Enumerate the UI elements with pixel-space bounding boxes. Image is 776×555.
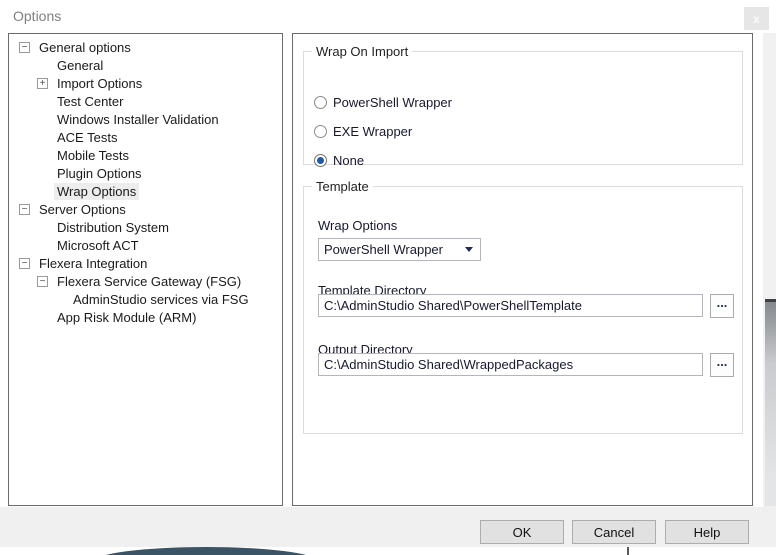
radio-label: None bbox=[333, 153, 364, 168]
tree-item-label: General bbox=[54, 57, 106, 74]
tree-item-test-center[interactable]: Test Center bbox=[9, 92, 282, 110]
radio-icon[interactable] bbox=[314, 125, 327, 138]
wrap-options-dropdown[interactable]: PowerShell Wrapper bbox=[318, 238, 481, 261]
tree-item-adminstudio-services-via-fsg[interactable]: AdminStudio services via FSG bbox=[9, 290, 282, 308]
wrap-on-import-group: Wrap On Import PowerShell Wrapper EXE Wr… bbox=[303, 51, 743, 165]
tree-item-label: Plugin Options bbox=[54, 165, 145, 182]
tree-item-label: Flexera Integration bbox=[36, 255, 150, 272]
radio-none[interactable]: None bbox=[314, 152, 364, 168]
collapse-icon[interactable]: − bbox=[37, 276, 48, 287]
tree-item-label: Test Center bbox=[54, 93, 126, 110]
tree-item-import-options[interactable]: + Import Options bbox=[9, 74, 282, 92]
cancel-button[interactable]: Cancel bbox=[572, 520, 656, 544]
browse-output-directory-button[interactable]: ... bbox=[710, 353, 734, 377]
tree-item-label: Windows Installer Validation bbox=[54, 111, 222, 128]
screen: Options x − General options General + Im… bbox=[0, 0, 776, 555]
group-title: Wrap On Import bbox=[312, 44, 412, 59]
tree-item-flexera-integration[interactable]: − Flexera Integration bbox=[9, 254, 282, 272]
tree-item-label: Flexera Service Gateway (FSG) bbox=[54, 273, 244, 290]
radio-label: PowerShell Wrapper bbox=[333, 95, 452, 110]
dialog-titlebar: Options x bbox=[0, 0, 763, 33]
template-group: Template Wrap Options PowerShell Wrapper… bbox=[303, 186, 743, 434]
background-scrollbar bbox=[765, 302, 776, 506]
radio-powershell-wrapper[interactable]: PowerShell Wrapper bbox=[314, 94, 452, 110]
tree-item-mobile-tests[interactable]: Mobile Tests bbox=[9, 146, 282, 164]
tree-item-ace-tests[interactable]: ACE Tests bbox=[9, 128, 282, 146]
tree-item-windows-installer-validation[interactable]: Windows Installer Validation bbox=[9, 110, 282, 128]
options-content: Wrap On Import PowerShell Wrapper EXE Wr… bbox=[292, 33, 753, 506]
help-button[interactable]: Help bbox=[665, 520, 749, 544]
ok-button[interactable]: OK bbox=[480, 520, 564, 544]
tree-item-microsoft-act[interactable]: Microsoft ACT bbox=[9, 236, 282, 254]
tree-item-general-options[interactable]: − General options bbox=[9, 38, 282, 56]
tree-item-general[interactable]: General bbox=[9, 56, 282, 74]
tree-item-label: App Risk Module (ARM) bbox=[54, 309, 199, 326]
expand-icon[interactable]: + bbox=[37, 78, 48, 89]
tree-item-label: Import Options bbox=[54, 75, 145, 92]
tree-item-label: AdminStudio services via FSG bbox=[70, 291, 252, 308]
tree-item-label: Microsoft ACT bbox=[54, 237, 142, 254]
background-graphic bbox=[95, 547, 317, 555]
tree-item-server-options[interactable]: − Server Options bbox=[9, 200, 282, 218]
tree-item-label: Server Options bbox=[36, 201, 129, 218]
dialog-title: Options bbox=[13, 8, 61, 24]
collapse-icon[interactable]: − bbox=[19, 42, 30, 53]
tree-item-label: Distribution System bbox=[54, 219, 172, 236]
chevron-down-icon bbox=[465, 247, 473, 252]
tree-item-label: General options bbox=[36, 39, 134, 56]
tree-item-label: Wrap Options bbox=[54, 183, 139, 200]
collapse-icon[interactable]: − bbox=[19, 204, 30, 215]
dropdown-value: PowerShell Wrapper bbox=[319, 242, 465, 257]
close-button[interactable]: x bbox=[744, 7, 769, 30]
wrap-options-label: Wrap Options bbox=[318, 218, 397, 233]
background-artifact bbox=[627, 547, 629, 555]
radio-icon[interactable] bbox=[314, 154, 327, 167]
options-tree: − General options General + Import Optio… bbox=[8, 33, 283, 506]
collapse-icon[interactable]: − bbox=[19, 258, 30, 269]
template-directory-input[interactable] bbox=[318, 294, 703, 317]
dialog-footer: OK Cancel Help bbox=[0, 507, 776, 547]
tree-item-plugin-options[interactable]: Plugin Options bbox=[9, 164, 282, 182]
tree-item-label: ACE Tests bbox=[54, 129, 120, 146]
output-directory-input[interactable] bbox=[318, 353, 703, 376]
radio-icon[interactable] bbox=[314, 96, 327, 109]
tree-item-flexera-service-gateway[interactable]: − Flexera Service Gateway (FSG) bbox=[9, 272, 282, 290]
close-icon: x bbox=[753, 13, 760, 25]
browse-template-directory-button[interactable]: ... bbox=[710, 294, 734, 318]
tree-item-wrap-options[interactable]: Wrap Options bbox=[9, 182, 282, 200]
radio-label: EXE Wrapper bbox=[333, 124, 412, 139]
group-title: Template bbox=[312, 179, 373, 194]
tree-item-app-risk-module[interactable]: App Risk Module (ARM) bbox=[9, 308, 282, 326]
radio-exe-wrapper[interactable]: EXE Wrapper bbox=[314, 123, 412, 139]
background-artifact bbox=[0, 547, 776, 555]
tree-item-distribution-system[interactable]: Distribution System bbox=[9, 218, 282, 236]
tree-item-label: Mobile Tests bbox=[54, 147, 132, 164]
